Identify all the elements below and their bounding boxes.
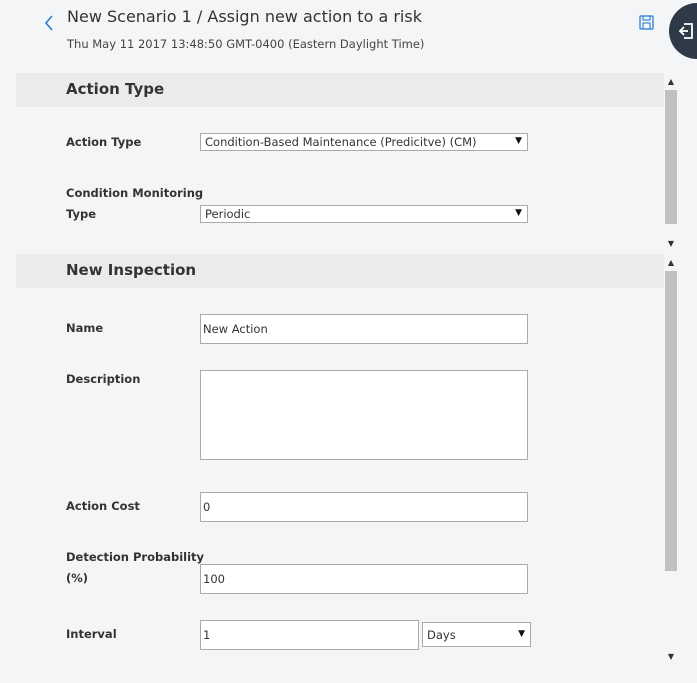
- action-cost-input[interactable]: 0: [200, 492, 528, 522]
- chevron-left-icon: [44, 15, 53, 31]
- new-inspection-section-header: New Inspection: [16, 254, 664, 288]
- interval-unit-select[interactable]: Days ▼: [422, 622, 531, 647]
- description-label: Description: [66, 372, 141, 386]
- action-type-selected-value: Condition-Based Maintenance (Predicitve)…: [205, 135, 477, 149]
- scroll-up-arrow-icon[interactable]: ▲: [664, 76, 678, 88]
- scroll-down-arrow-icon[interactable]: ▼: [664, 651, 678, 663]
- condition-monitoring-type-selected-value: Periodic: [205, 207, 251, 221]
- action-type-section-header: Action Type: [16, 73, 664, 107]
- sign-in-icon: [678, 23, 693, 39]
- dropdown-arrow-icon: ▼: [515, 208, 522, 218]
- label-line: Detection Probability: [66, 550, 205, 564]
- save-icon: [639, 15, 654, 30]
- condition-monitoring-type-select[interactable]: Periodic ▼: [200, 205, 528, 223]
- scroll-up-arrow-icon[interactable]: ▲: [664, 257, 678, 269]
- action-type-label: Action Type: [66, 135, 142, 149]
- label-line: Type: [66, 207, 97, 221]
- page-title: New Scenario 1 / Assign new action to a …: [67, 7, 422, 26]
- scrollbar-thumb[interactable]: [665, 271, 677, 571]
- page-timestamp: Thu May 11 2017 13:48:50 GMT-0400 (Easte…: [67, 37, 425, 51]
- detection-probability-value: 100: [203, 572, 225, 586]
- new-inspection-scrollbar[interactable]: ▲ ▼: [664, 257, 678, 663]
- label-line: Condition Monitoring: [66, 186, 204, 200]
- interval-input[interactable]: 1: [200, 620, 419, 650]
- side-panel-toggle-button[interactable]: [669, 3, 697, 59]
- dropdown-arrow-icon: ▼: [515, 136, 522, 146]
- page-header: New Scenario 1 / Assign new action to a …: [0, 0, 697, 66]
- name-label: Name: [66, 321, 104, 335]
- interval-value: 1: [203, 628, 211, 642]
- action-type-select[interactable]: Condition-Based Maintenance (Predicitve)…: [200, 133, 528, 151]
- scrollbar-thumb[interactable]: [665, 90, 677, 224]
- action-cost-label: Action Cost: [66, 499, 140, 513]
- description-textarea[interactable]: [200, 370, 528, 460]
- name-input-value: New Action: [203, 322, 268, 336]
- detection-probability-label: Detection Probability (%): [66, 547, 204, 589]
- dropdown-arrow-icon: ▼: [518, 629, 525, 639]
- interval-unit-selected-value: Days: [427, 628, 456, 642]
- section-heading: Action Type: [66, 80, 165, 98]
- back-button[interactable]: [38, 10, 60, 36]
- scroll-down-arrow-icon[interactable]: ▼: [664, 238, 678, 250]
- detection-probability-input[interactable]: 100: [200, 564, 528, 594]
- condition-monitoring-type-label: Condition Monitoring Type: [66, 183, 203, 225]
- label-line: (%): [66, 571, 89, 585]
- section-heading: New Inspection: [66, 261, 197, 279]
- new-inspection-panel: New Inspection Name New Action Descripti…: [16, 254, 664, 670]
- action-cost-value: 0: [203, 500, 211, 514]
- name-input[interactable]: New Action: [200, 314, 528, 344]
- save-button[interactable]: [637, 13, 657, 33]
- action-type-scrollbar[interactable]: ▲ ▼: [664, 76, 678, 250]
- action-type-panel: Action Type Action Type Condition-Based …: [16, 73, 664, 249]
- interval-label: Interval: [66, 627, 117, 641]
